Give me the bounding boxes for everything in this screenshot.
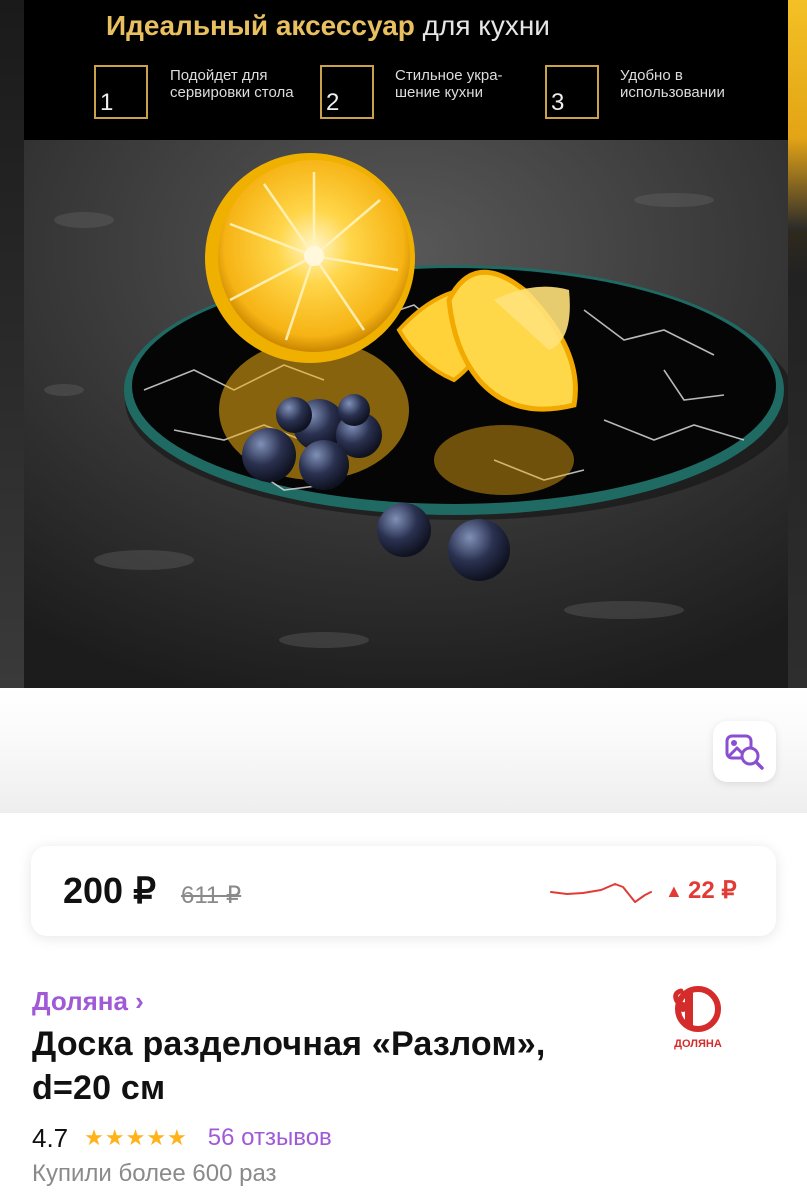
feature-number-box: 3 bbox=[545, 65, 599, 119]
price-card[interactable]: 200 ₽ 611 ₽ ▲ 22 ₽ bbox=[31, 846, 776, 936]
rating-row[interactable]: 4.7 ★★★★★ 56 отзывов bbox=[32, 1122, 332, 1154]
image-search-icon bbox=[725, 734, 764, 770]
feature-number: 1 bbox=[100, 89, 114, 116]
next-image-preview[interactable] bbox=[788, 0, 807, 688]
image-banner: Идеальный аксессуар для кухни 1 Подойдет… bbox=[24, 0, 788, 140]
image-bottom-fade bbox=[0, 688, 807, 813]
brand-logo[interactable]: ДОЛЯНА bbox=[663, 983, 733, 1053]
old-price: 611 ₽ bbox=[181, 882, 242, 909]
product-photo bbox=[24, 140, 788, 688]
image-search-button[interactable] bbox=[713, 721, 776, 782]
feature-text: Подойдет для сервировки стола bbox=[170, 67, 294, 101]
banner-headline-rest: для кухни bbox=[422, 10, 550, 41]
price-change: 22 ₽ bbox=[688, 877, 737, 904]
reviews-link[interactable]: 56 отзывов bbox=[208, 1124, 332, 1152]
rating-stars: ★★★★★ bbox=[84, 1125, 188, 1150]
rating-value: 4.7 bbox=[32, 1122, 69, 1153]
feature-number-box: 2 bbox=[320, 65, 374, 119]
product-title: Доска разделочная «Разлом», d=20 см bbox=[32, 1025, 546, 1107]
banner-headline: Идеальный аксессуар для кухни bbox=[106, 10, 550, 42]
brand-logo-mark: ДОЛЯНА bbox=[673, 986, 722, 1050]
feature-text: Стильное укра-шение кухни bbox=[395, 67, 503, 101]
feature-number-box: 1 bbox=[94, 65, 148, 119]
price-up-arrow-icon: ▲ bbox=[665, 881, 683, 901]
product-image[interactable]: Идеальный аксессуар для кухни 1 Подойдет… bbox=[24, 0, 788, 688]
feature-number: 2 bbox=[326, 89, 340, 116]
price-history-sparkline[interactable] bbox=[549, 878, 654, 908]
purchase-count: Купили более 600 раз bbox=[32, 1160, 277, 1187]
next-image-lemon-peek bbox=[788, 0, 807, 230]
previous-image-preview[interactable] bbox=[0, 0, 24, 688]
brand-link[interactable]: Доляна › bbox=[32, 986, 144, 1017]
feature-text: Удобно в использовании bbox=[620, 67, 725, 101]
banner-headline-bold: Идеальный аксессуар bbox=[106, 10, 415, 41]
feature-number: 3 bbox=[551, 89, 565, 116]
product-image-gallery[interactable]: Идеальный аксессуар для кухни 1 Подойдет… bbox=[0, 0, 807, 688]
brand-logo-text: ДОЛЯНА bbox=[674, 1038, 722, 1050]
current-price: 200 ₽ bbox=[63, 870, 156, 911]
